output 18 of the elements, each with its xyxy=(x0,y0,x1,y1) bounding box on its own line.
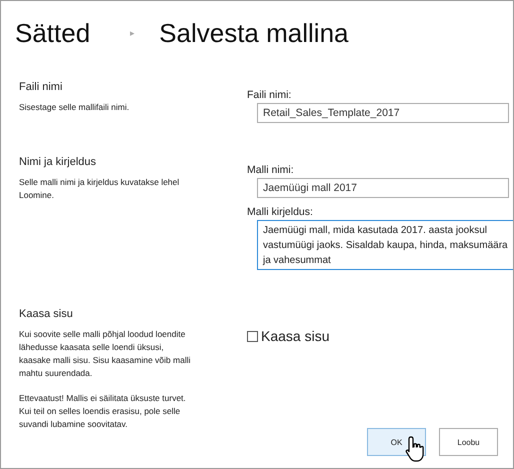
breadcrumb-separator: ▸ xyxy=(130,28,136,38)
cancel-button[interactable]: Loobu xyxy=(439,428,498,456)
text-field[interactable]: Jaemüügi mall 2017 xyxy=(257,178,509,198)
breadcrumb-link[interactable]: Sätted xyxy=(15,18,90,48)
section-description: Ettevaatust! Mallis ei säilitata üksuste turvet. Kui teil on selles loendis erasisu, pole selle suvandi lubamine soovitatav. xyxy=(19,392,187,431)
section-description: Sisestage selle mallifaili nimi. xyxy=(19,101,130,114)
section-title: Nimi ja kirjeldus xyxy=(19,156,98,168)
text-field[interactable]: Retail_Sales_Template_2017 xyxy=(257,103,509,123)
section-title: Kaasa sisu xyxy=(19,308,74,320)
checkbox-label[interactable]: Kaasa sisu xyxy=(261,328,330,344)
field-label: Faili nimi: xyxy=(247,89,292,101)
field-label: Malli nimi: xyxy=(247,164,295,176)
section-description: Kui soovite selle malli põhjal loodud loendite lähedusse kaasata selle loendi üksusi, kaasake malli sisu. Sisu kaasamine võib malli mahtu suurendada. xyxy=(19,328,191,380)
field-label: Malli kirjeldus: xyxy=(247,206,314,218)
description-field[interactable]: Jaemüügi mall, mida kasutada 2017. aasta jooksul vastumüügi jaoks. Sisaldab kaupa, hinda, maksumäära ja vahesummat xyxy=(257,220,513,270)
section-description: Selle malli nimi ja kirjeldus kuvatakse lehel Loomine. xyxy=(19,176,180,202)
page-title: Salvesta mallina xyxy=(159,18,348,48)
section-title: Faili nimi xyxy=(19,81,64,93)
